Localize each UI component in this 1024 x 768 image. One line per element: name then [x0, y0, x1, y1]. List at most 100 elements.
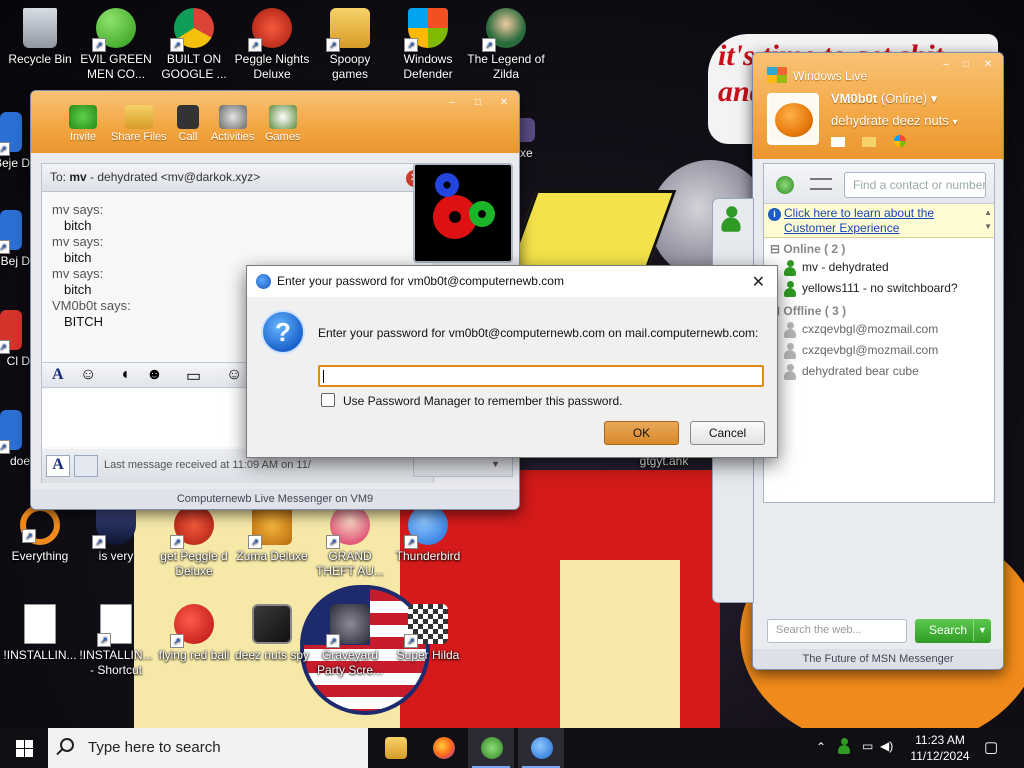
chevron-down-icon[interactable]: ▼	[973, 619, 991, 641]
customer-experience-link[interactable]: Click here to learn about the Customer E…	[784, 206, 934, 235]
games-icon	[268, 105, 297, 129]
background-icon[interactable]: ▭	[186, 366, 201, 386]
remember-password-label[interactable]: Use Password Manager to remember this pa…	[343, 394, 622, 408]
desktop-icon-recycle-bin[interactable]: Recycle Bin	[0, 8, 80, 67]
cancel-button[interactable]: Cancel	[690, 421, 765, 445]
desktop-icon-everything[interactable]: Everything	[0, 505, 80, 564]
mail-icon[interactable]	[831, 137, 845, 147]
recycle-bin-icon	[23, 8, 57, 48]
search-icon	[60, 738, 74, 752]
ok-button[interactable]: OK	[604, 421, 679, 445]
desktop-icon-clipped[interactable]: Beje D	[0, 112, 30, 171]
taskbar-search-placeholder: Type here to search	[88, 739, 221, 756]
thunderbird-icon	[404, 505, 448, 549]
spaces-icon[interactable]	[893, 135, 906, 147]
close-icon[interactable]: ✕	[752, 272, 765, 292]
group-label: Online ( 2 )	[783, 242, 846, 256]
list-view-icon[interactable]	[810, 178, 832, 190]
remember-password-checkbox[interactable]	[321, 393, 335, 407]
windows-logo-icon	[25, 749, 33, 757]
minimize-button[interactable]: –	[939, 59, 953, 71]
desktop-icon-chrome[interactable]: BUILT ON GOOGLE ...	[154, 8, 234, 82]
maximize-button[interactable]: □	[471, 97, 485, 109]
web-search-input[interactable]: Search the web...	[767, 619, 907, 643]
desktop-icon-installing[interactable]: !INSTALLIN...	[0, 604, 80, 663]
add-contact-icon[interactable]	[776, 176, 794, 194]
find-contact-input[interactable]: Find a contact or number	[844, 172, 986, 198]
folder-icon[interactable]	[862, 137, 877, 147]
chevron-up-icon[interactable]: ⌃	[816, 740, 826, 754]
contact-item[interactable]: cxzqevbgl@mozmail.com	[764, 341, 994, 362]
emoticon-icon[interactable]: ☺	[80, 366, 96, 384]
group-online[interactable]: ⊟ Online ( 2 )	[764, 238, 994, 258]
close-button[interactable]: ✕	[497, 97, 511, 109]
taskbar-firefox[interactable]	[420, 728, 466, 768]
clock[interactable]: 11:23 AM 11/12/2024	[900, 732, 980, 764]
toolbar-share-files[interactable]: Share Files	[111, 105, 167, 143]
contact-item[interactable]: dehydrated bear cube	[764, 362, 994, 383]
password-input[interactable]	[318, 365, 764, 387]
desktop-icon-legend-of-zilda[interactable]: The Legend of Zilda	[466, 8, 546, 82]
desktop-icon-clipped[interactable]: doe	[0, 410, 30, 469]
search-button[interactable]: Search ▼	[915, 619, 991, 643]
voice-clip-icon[interactable]: ◖	[120, 366, 130, 384]
desktop-icon-get-peggle[interactable]: get Peggle d Deluxe	[154, 505, 234, 579]
desktop-icon-evil-green-men[interactable]: EVIL GREEN MEN CO...	[76, 8, 156, 82]
user-name[interactable]: VM0b0t (Online) ▾	[831, 91, 937, 107]
group-offline[interactable]: ⊟ Offline ( 3 )	[764, 300, 994, 320]
desktop-icon-gta[interactable]: GRAND THEFT AU...	[310, 505, 390, 579]
messenger-window[interactable]: Windows Live – □ ✕ VM0b0t (Online) ▾ deh…	[752, 52, 1004, 670]
maximize-button[interactable]: □	[959, 59, 973, 71]
font-icon[interactable]: A	[52, 366, 64, 384]
icon-label: Everything	[11, 549, 69, 563]
taskbar-thunderbird[interactable]	[518, 728, 564, 768]
personal-message[interactable]: dehydrate deez nuts ▾	[831, 113, 957, 128]
toolbar-invite[interactable]: Invite	[69, 105, 97, 143]
close-button[interactable]: ✕	[981, 59, 995, 71]
notification-icon[interactable]: ▢	[984, 738, 998, 756]
toolbar-games[interactable]: Games	[265, 105, 300, 143]
desktop-icon-deez-nuts-spy[interactable]: deez nuts spy	[232, 604, 312, 663]
desktop-icon-graveyard-party[interactable]: Graveyard Party Scre...	[310, 604, 390, 678]
contact-item[interactable]: mv - dehydrated	[764, 258, 994, 279]
messenger-tray-icon[interactable]	[838, 738, 852, 754]
contact-name: dehydrated bear cube	[802, 364, 919, 378]
icon-label: !INSTALLIN... - Shortcut	[79, 648, 153, 677]
wink-icon[interactable]: ☻	[146, 366, 163, 384]
desktop-icon-installing-shortcut[interactable]: !INSTALLIN... - Shortcut	[76, 604, 156, 678]
toolbar-call[interactable]: Call	[177, 105, 199, 143]
user-display-picture[interactable]	[767, 93, 819, 145]
icon-label: Cl D	[6, 354, 30, 368]
document-icon	[24, 604, 56, 644]
contact-list-panel: Find a contact or number i Click here to…	[763, 163, 995, 503]
font-tab-icon[interactable]: A	[46, 455, 70, 477]
desktop-icon-clipped[interactable]: Bej D	[0, 210, 30, 269]
toolbar-activities[interactable]: Activities	[211, 105, 254, 143]
nudge-icon[interactable]: ☺	[226, 366, 242, 384]
taskbar-search[interactable]: Type here to search	[48, 728, 368, 768]
desktop-icon-thunderbird[interactable]: Thunderbird	[388, 505, 468, 564]
desktop-icon-clipped[interactable]: Cl D	[0, 310, 30, 369]
desktop-icon-spoopy-games[interactable]: Spoopy games	[310, 8, 390, 82]
everything-search-icon	[20, 505, 60, 545]
taskbar-file-explorer[interactable]	[372, 728, 418, 768]
contact-item[interactable]: yellows111 - no switchboard?	[764, 279, 994, 300]
desktop-icon-flying-red-ball[interactable]: flying red ball	[154, 604, 234, 663]
scroll-arrows-icon[interactable]: ▲ ▼	[984, 206, 992, 234]
network-icon[interactable]: ▭	[862, 739, 873, 753]
volume-icon[interactable]: ◀)	[880, 739, 893, 753]
start-button[interactable]	[0, 728, 48, 768]
icon-label: EVIL GREEN MEN CO...	[80, 52, 152, 81]
contact-item[interactable]: cxzqevbgl@mozmail.com	[764, 320, 994, 341]
taskbar-messenger[interactable]	[468, 728, 514, 768]
desktop-icon-zuma[interactable]: Zuma Deluxe	[232, 505, 312, 564]
minimize-button[interactable]: –	[445, 97, 459, 109]
desktop-icon-super-hilda[interactable]: Super Hilda	[388, 604, 468, 663]
password-dialog[interactable]: Enter your password for vm0b0t@computern…	[246, 265, 778, 458]
desktop-icon-windows-defender[interactable]: Windows Defender	[388, 8, 468, 82]
desktop-icon-is-very[interactable]: is very	[76, 505, 156, 564]
desktop-icon-peggle-nights[interactable]: Peggle Nights Deluxe	[232, 8, 312, 82]
messenger-footer: The Future of MSN Messenger	[753, 649, 1003, 669]
to-bar: To: mv - dehydrated <mv@darkok.xyz> ✕	[42, 164, 433, 192]
handwriting-tab-icon[interactable]	[74, 455, 98, 477]
